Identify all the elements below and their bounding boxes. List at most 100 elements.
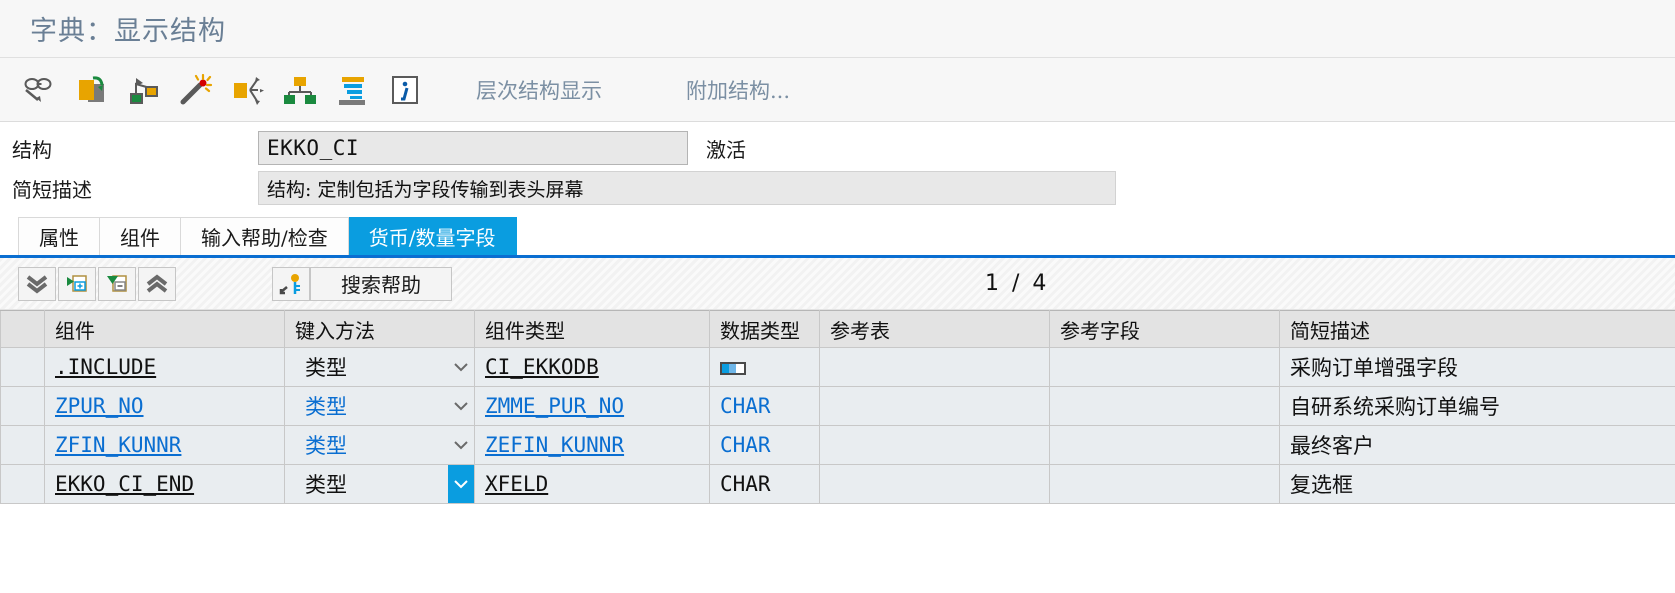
tab-attributes[interactable]: 属性	[18, 217, 100, 255]
structure-form: 结构 EKKO_CI 激活 简短描述 结构: 定制包括为字段传输到表头屏幕	[0, 122, 1675, 208]
col-reference-field[interactable]: 参考字段	[1049, 310, 1280, 348]
search-help-button[interactable]: 搜索帮助	[310, 266, 452, 301]
table-row[interactable]: ZPUR_NO 类型 ZMME_PUR_NO CHAR 自研系统采购订单编号	[0, 386, 1675, 426]
tab-currency-quantity[interactable]: 货币/数量字段	[348, 217, 517, 255]
component-type-link[interactable]: CI_EKKODB	[485, 355, 599, 379]
table-row[interactable]: .INCLUDE 类型 CI_EKKODB 采购订单增强字段	[0, 347, 1675, 387]
structure-field-wrap: EKKO_CI	[258, 131, 688, 165]
typing-method-label: 类型	[305, 473, 347, 497]
cell-typing-method[interactable]: 类型	[284, 425, 475, 465]
cell-reference-table[interactable]	[819, 347, 1050, 387]
col-component[interactable]: 组件	[44, 310, 285, 348]
cell-typing-method[interactable]: 类型	[284, 386, 475, 426]
hierarchy-display-button[interactable]: 层次结构显示	[454, 75, 624, 105]
cell-data-type	[709, 347, 820, 387]
cell-reference-field[interactable]	[1049, 347, 1280, 387]
page-current: 1	[985, 271, 1002, 296]
cell-data-type: CHAR	[709, 386, 820, 426]
cell-short-description[interactable]: 自研系统采购订单编号	[1279, 386, 1675, 426]
component-link[interactable]: .INCLUDE	[55, 355, 156, 379]
description-label: 简短描述	[12, 177, 92, 202]
cell-component-type[interactable]: ZMME_PUR_NO	[474, 386, 710, 426]
description-row: 简短描述 结构: 定制包括为字段传输到表头屏幕	[0, 168, 1675, 208]
tab-components[interactable]: 组件	[100, 217, 181, 255]
page-total: 4	[1032, 271, 1050, 296]
page-title: 字典：显示结构	[30, 16, 226, 47]
col-short-description[interactable]: 简短描述	[1279, 310, 1675, 348]
grid-toolbar: 搜索帮助 1 / 4	[0, 258, 1675, 310]
cell-short-description[interactable]: 采购订单增强字段	[1279, 347, 1675, 387]
cell-component[interactable]: ZFIN_KUNNR	[44, 425, 285, 465]
append-wizard-icon[interactable]	[170, 67, 222, 113]
display-change-icon[interactable]	[14, 67, 66, 113]
cell-typing-method[interactable]: 类型	[284, 464, 475, 504]
cell-component[interactable]: ZPUR_NO	[44, 386, 285, 426]
cell-typing-method[interactable]: 类型	[284, 347, 475, 387]
insert-row-button[interactable]	[58, 266, 96, 301]
chevron-down-icon[interactable]	[448, 427, 474, 464]
table-row[interactable]: ZFIN_KUNNR 类型 ZEFIN_KUNNR CHAR 最终客户	[0, 425, 1675, 465]
page-indicator: 1 / 4	[985, 271, 1049, 296]
page-separator: /	[1012, 271, 1023, 296]
col-select[interactable]	[0, 310, 45, 348]
typing-method-label: 类型	[305, 434, 347, 458]
main-toolbar: 层次结构显示 附加结构...	[0, 58, 1675, 122]
row-select-cell[interactable]	[0, 386, 45, 426]
component-link[interactable]: ZPUR_NO	[55, 394, 144, 418]
structure-input[interactable]: EKKO_CI	[258, 131, 688, 165]
cell-data-type: CHAR	[709, 464, 820, 504]
cell-reference-field[interactable]	[1049, 386, 1280, 426]
cell-reference-field[interactable]	[1049, 464, 1280, 504]
component-link[interactable]: EKKO_CI_END	[55, 472, 194, 496]
where-used-list-icon[interactable]	[118, 67, 170, 113]
info-icon[interactable]	[378, 67, 430, 113]
col-reference-table[interactable]: 参考表	[819, 310, 1050, 348]
insert-row-icon	[67, 274, 87, 292]
table-body: .INCLUDE 类型 CI_EKKODB 采购订单增强字段 ZPUR_NO 类型 ZMME…	[0, 347, 1675, 504]
row-select-cell[interactable]	[0, 347, 45, 387]
cell-component[interactable]: .INCLUDE	[44, 347, 285, 387]
tab-input-help[interactable]: 输入帮助/检查	[181, 217, 349, 255]
scroll-to-bottom-button[interactable]	[18, 266, 56, 301]
search-help-icon-button[interactable]	[272, 266, 310, 301]
data-type-value: CHAR	[720, 433, 771, 457]
cell-reference-table[interactable]	[819, 386, 1050, 426]
cell-component-type[interactable]: CI_EKKODB	[474, 347, 710, 387]
cell-component-type[interactable]: ZEFIN_KUNNR	[474, 425, 710, 465]
chevron-down-icon[interactable]	[448, 349, 474, 386]
window-titlebar: 字典：显示结构	[0, 0, 1675, 58]
hierarchy-icon[interactable]	[274, 67, 326, 113]
col-typing-method[interactable]: 键入方法	[284, 310, 475, 348]
component-type-link[interactable]: XFELD	[485, 472, 548, 496]
description-input[interactable]: 结构: 定制包括为字段传输到表头屏幕	[258, 171, 1116, 205]
scroll-to-top-button[interactable]	[138, 266, 176, 301]
delete-row-icon	[107, 274, 127, 292]
cell-reference-table[interactable]	[819, 425, 1050, 465]
cell-reference-table[interactable]	[819, 464, 1050, 504]
indexes-icon[interactable]	[326, 67, 378, 113]
cell-short-description[interactable]: 复选框	[1279, 464, 1675, 504]
row-select-cell[interactable]	[0, 425, 45, 465]
row-select-cell[interactable]	[0, 464, 45, 504]
typing-method-label: 类型	[305, 395, 347, 419]
navigate-icon[interactable]	[222, 67, 274, 113]
component-type-link[interactable]: ZMME_PUR_NO	[485, 394, 624, 418]
double-chevron-up-icon	[146, 273, 168, 293]
component-link[interactable]: ZFIN_KUNNR	[55, 433, 181, 457]
cell-component[interactable]: EKKO_CI_END	[44, 464, 285, 504]
table-row[interactable]: EKKO_CI_END 类型 XFELD CHAR 复选框	[0, 464, 1675, 504]
typing-method-label: 类型	[305, 356, 347, 380]
col-data-type[interactable]: 数据类型	[709, 310, 820, 348]
chevron-down-icon[interactable]	[448, 465, 474, 503]
component-type-link[interactable]: ZEFIN_KUNNR	[485, 433, 624, 457]
table-header-row: 组件 键入方法 组件类型 数据类型 参考表 参考字段 简短描述	[0, 310, 1675, 348]
other-object-icon[interactable]	[66, 67, 118, 113]
delete-row-button[interactable]	[98, 266, 136, 301]
cell-component-type[interactable]: XFELD	[474, 464, 710, 504]
cell-short-description[interactable]: 最终客户	[1279, 425, 1675, 465]
append-structure-button[interactable]: 附加结构...	[664, 75, 812, 105]
cell-reference-field[interactable]	[1049, 425, 1280, 465]
col-component-type[interactable]: 组件类型	[474, 310, 710, 348]
chevron-down-icon[interactable]	[448, 388, 474, 425]
structure-label: 结构	[12, 137, 52, 162]
